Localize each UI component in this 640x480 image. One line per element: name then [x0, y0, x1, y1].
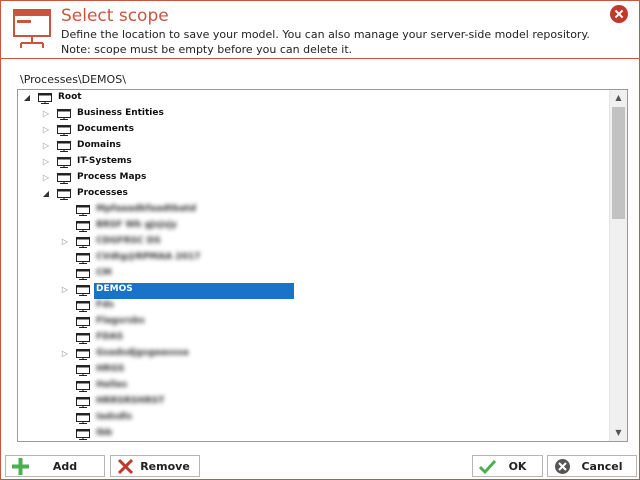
- remove-button[interactable]: Remove: [110, 455, 200, 477]
- tree-node-label: Mpfaaadkfaadtbatd: [96, 204, 197, 214]
- tree-node-label: Domains: [77, 140, 121, 150]
- tree-node[interactable]: ◢ Processes: [43, 187, 343, 203]
- tree-node-label: HRGS: [96, 364, 125, 374]
- folder-icon: [76, 221, 90, 232]
- tree-node[interactable]: ▷ Process Maps: [43, 171, 343, 187]
- tree-node-label: CVdtg@RPMAA 2017: [96, 252, 201, 262]
- dialog-title: Select scope: [61, 6, 169, 26]
- tree-node[interactable]: ▷ IT-Systems: [43, 155, 343, 171]
- tree-node-label: Fds: [96, 300, 114, 310]
- folder-icon: [76, 381, 90, 392]
- add-button[interactable]: Add: [5, 455, 105, 477]
- tree-node[interactable]: Flagsrsbs: [62, 315, 362, 331]
- tree-node[interactable]: Ibb: [62, 427, 362, 441]
- tree-node-label: IT-Systems: [77, 156, 132, 166]
- tree-node[interactable]: ▷ Documents: [43, 123, 343, 139]
- folder-icon: [76, 253, 90, 264]
- tree-node-label: CDGFRSC DS: [96, 236, 161, 246]
- folder-icon: [76, 413, 90, 424]
- folder-icon: [57, 125, 71, 136]
- tree-node-label: Root: [58, 92, 82, 102]
- folder-icon: [38, 93, 52, 104]
- tree-node-label: HRRSRSHRST: [96, 396, 165, 406]
- cancel-button-label: Cancel: [581, 459, 623, 473]
- scope-tree[interactable]: ◢ Root ▷ Business Entities ▷ Documents ▷ Doma…: [17, 89, 628, 442]
- tree-node-selected[interactable]: ▷ DEMOS: [62, 283, 362, 299]
- tree-node[interactable]: Mpfaaadkfaadtbatd: [62, 203, 362, 219]
- folder-icon: [57, 141, 71, 152]
- tree-node[interactable]: BRSF Wk gjsjsjy: [62, 219, 362, 235]
- folder-icon: [57, 157, 71, 168]
- tree-node[interactable]: FDAS: [62, 331, 362, 347]
- folder-icon: [76, 333, 90, 344]
- tree-node[interactable]: ▷ Gsadsdjgsgaasssa: [62, 347, 362, 363]
- vertical-scrollbar[interactable]: ▲ ▼: [609, 90, 627, 441]
- collapsed-arrow-icon[interactable]: ▷: [60, 285, 70, 294]
- current-path: \Processes\DEMOS\: [20, 73, 126, 86]
- tree-node[interactable]: Hallas: [62, 379, 362, 395]
- folder-icon: [57, 109, 71, 120]
- tree-node-label: BRSF Wk gjsjsjy: [96, 220, 177, 230]
- ok-button[interactable]: OK: [472, 455, 543, 477]
- scrollbar-thumb[interactable]: [612, 107, 625, 219]
- folder-icon: [57, 189, 71, 200]
- folder-icon: [76, 285, 90, 296]
- folder-icon: [76, 365, 90, 376]
- tree-node[interactable]: ▷ CDGFRSC DS: [62, 235, 362, 251]
- tree-node-label: CM: [96, 268, 112, 278]
- dialog-description: Define the location to save your model. …: [61, 28, 590, 56]
- tree-node-label: Processes: [77, 188, 128, 198]
- tree-node-label: FDAS: [96, 332, 124, 342]
- dialog-footer: Add Remove OK Cancel: [1, 454, 639, 479]
- folder-icon: [76, 317, 90, 328]
- add-button-label: Add: [52, 459, 78, 473]
- tree-node[interactable]: ▷ Domains: [43, 139, 343, 155]
- folder-icon: [76, 429, 90, 440]
- collapsed-arrow-icon[interactable]: ▷: [60, 237, 70, 246]
- scroll-down-icon[interactable]: ▼: [610, 425, 627, 441]
- tree-folder-icon: [13, 9, 51, 48]
- tree-node-label: Documents: [77, 124, 134, 134]
- folder-icon: [76, 237, 90, 248]
- tree-node-label: Ibb: [96, 428, 113, 438]
- tree-node-root[interactable]: ◢ Root: [24, 91, 224, 107]
- tree-node-label: Gsadsdjgsgaasssa: [96, 348, 189, 358]
- tree-node-label: Business Entities: [77, 108, 164, 118]
- tree-node-label: Iadsdls: [96, 412, 133, 422]
- dialog-header: Select scope Define the location to save…: [1, 1, 639, 59]
- folder-icon: [57, 173, 71, 184]
- close-icon[interactable]: [610, 5, 628, 23]
- ok-button-label: OK: [508, 459, 527, 473]
- folder-icon: [76, 301, 90, 312]
- folder-icon: [76, 397, 90, 408]
- tree-node[interactable]: HRGS: [62, 363, 362, 379]
- tree-node-label: Hallas: [96, 380, 128, 390]
- tree-node[interactable]: ▷ Business Entities: [43, 107, 343, 123]
- folder-icon: [76, 269, 90, 280]
- tree-node-label: Flagsrsbs: [96, 316, 145, 326]
- cancel-button[interactable]: Cancel: [547, 455, 637, 477]
- tree-node[interactable]: CM: [62, 267, 362, 283]
- collapsed-arrow-icon[interactable]: ▷: [41, 173, 51, 182]
- tree-node[interactable]: HRRSRSHRST: [62, 395, 362, 411]
- collapsed-arrow-icon[interactable]: ▷: [41, 125, 51, 134]
- collapsed-arrow-icon[interactable]: ▷: [41, 109, 51, 118]
- remove-button-label: Remove: [140, 459, 190, 473]
- folder-icon: [76, 205, 90, 216]
- scroll-up-icon[interactable]: ▲: [610, 90, 627, 106]
- tree-node[interactable]: CVdtg@RPMAA 2017: [62, 251, 362, 267]
- collapsed-arrow-icon[interactable]: ▷: [41, 141, 51, 150]
- tree-node-label: Process Maps: [77, 172, 147, 182]
- folder-icon: [76, 349, 90, 360]
- collapsed-arrow-icon[interactable]: ▷: [41, 157, 51, 166]
- tree-node-label: DEMOS: [96, 284, 133, 294]
- select-scope-dialog: Select scope Define the location to save…: [0, 0, 640, 480]
- expanded-arrow-icon[interactable]: ◢: [41, 189, 51, 198]
- tree-node[interactable]: Fds: [62, 299, 362, 315]
- expanded-arrow-icon[interactable]: ◢: [22, 93, 32, 102]
- tree-node[interactable]: Iadsdls: [62, 411, 362, 427]
- collapsed-arrow-icon[interactable]: ▷: [60, 349, 70, 358]
